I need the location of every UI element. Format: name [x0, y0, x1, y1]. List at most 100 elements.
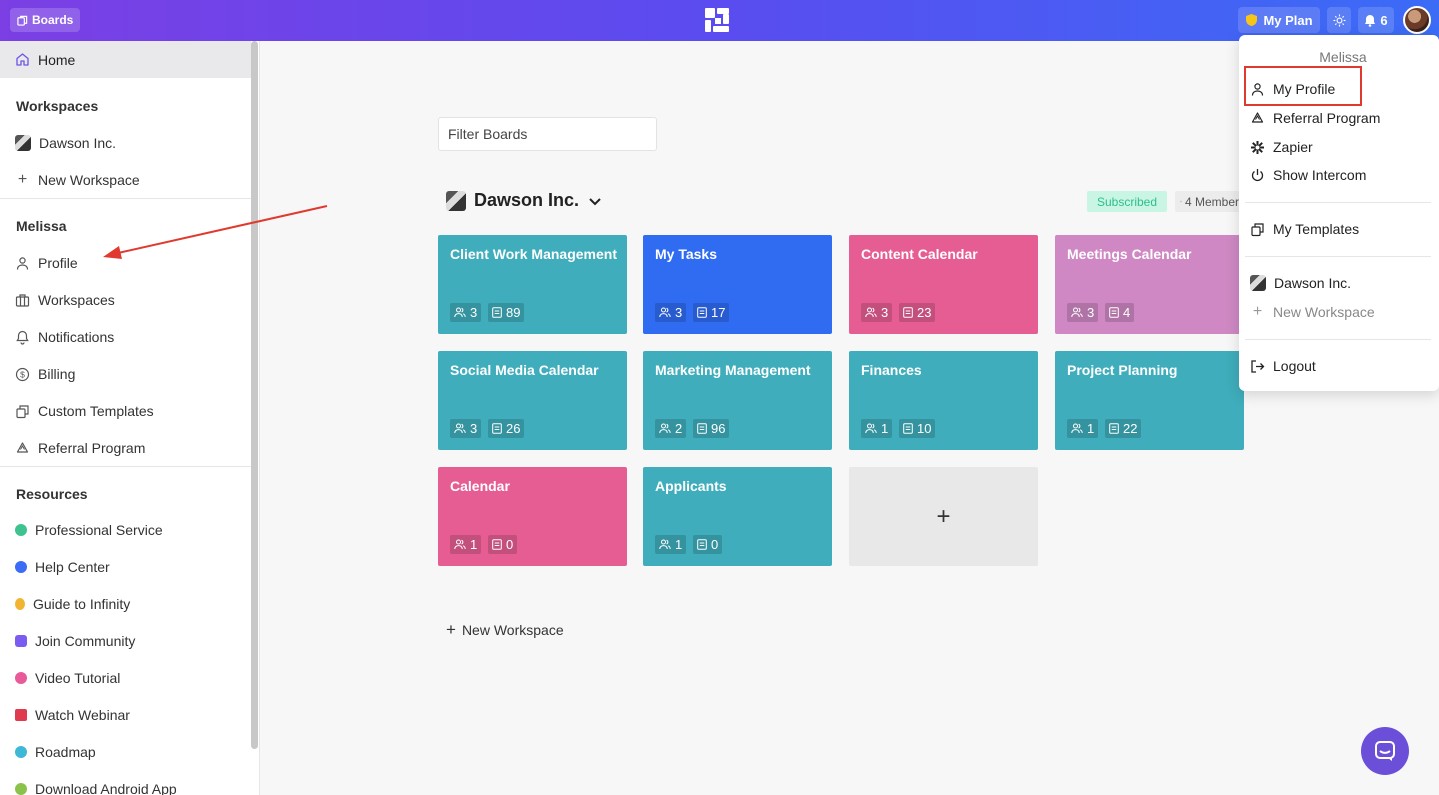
new-workspace-button[interactable]: + New Workspace [446, 620, 564, 640]
sidebar-item-help-center[interactable]: Help Center [15, 557, 110, 577]
sidebar-item-label: Help Center [35, 559, 110, 575]
board-stats: 3 26 [450, 419, 620, 438]
sidebar-item-label: Notifications [38, 329, 115, 345]
sidebar-item-video-tutorial[interactable]: Video Tutorial [15, 668, 120, 688]
board-card[interactable]: Social Media Calendar 3 26 [438, 351, 627, 450]
board-items-chip: 89 [488, 303, 525, 322]
members-icon [454, 539, 466, 550]
dollar-icon: $ [15, 367, 30, 381]
board-title: Meetings Calendar [1067, 246, 1192, 262]
sun-icon [1332, 13, 1346, 27]
sidebar-item-new-workspace[interactable]: + New Workspace [15, 170, 140, 190]
bell-icon [16, 330, 29, 345]
filter-boards-input[interactable]: Filter Boards [438, 117, 657, 151]
board-members-count: 2 [675, 421, 683, 436]
board-members-count: 3 [881, 305, 889, 320]
sidebar-item-custom-templates[interactable]: Custom Templates [15, 401, 154, 421]
templates-icon [1251, 222, 1264, 236]
home-icon [16, 53, 29, 66]
sidebar-item-label: Professional Service [35, 522, 163, 538]
board-card[interactable]: Project Planning 1 22 [1055, 351, 1244, 450]
board-items-chip: 4 [1105, 303, 1135, 322]
power-icon [1251, 168, 1264, 181]
shield-icon [1246, 14, 1258, 26]
workspaces-heading: Workspaces [16, 98, 99, 114]
menu-item-referral-program[interactable]: Referral Program [1250, 108, 1380, 128]
board-stats: 1 10 [861, 419, 1031, 438]
members-icon [865, 423, 877, 434]
sidebar-item-guide-to-infinity[interactable]: Guide to Infinity [15, 594, 130, 614]
sidebar-item-billing[interactable]: $ Billing [15, 364, 75, 384]
add-board-button[interactable]: + [849, 467, 1038, 566]
board-items-count: 22 [1123, 421, 1138, 436]
sidebar-item-label: Watch Webinar [35, 707, 130, 723]
sidebar-item-professional-service[interactable]: Professional Service [15, 520, 163, 540]
my-plan-label: My Plan [1263, 12, 1313, 28]
dropdown-user-name: Melissa [1319, 49, 1367, 65]
user-avatar[interactable] [1403, 6, 1431, 34]
sidebar-item-label: Workspaces [38, 292, 115, 308]
sidebar-item-join-community[interactable]: Join Community [15, 631, 135, 651]
menu-item-zapier[interactable]: Zapier [1250, 137, 1313, 157]
sidebar-item-label: Guide to Infinity [33, 596, 131, 612]
theme-toggle-button[interactable] [1327, 7, 1351, 33]
sidebar-item-label: Referral Program [38, 440, 146, 456]
android-icon [15, 783, 27, 795]
menu-item-new-workspace[interactable]: + New Workspace [1250, 302, 1375, 322]
menu-item-my-templates[interactable]: My Templates [1250, 219, 1359, 239]
sidebar-item-label: Home [38, 51, 76, 68]
board-items-chip: 17 [693, 303, 730, 322]
board-card[interactable]: Content Calendar 3 23 [849, 235, 1038, 334]
top-bar: Boards My Plan 6 [0, 0, 1439, 41]
board-card[interactable]: Calendar 1 0 [438, 467, 627, 566]
members-badge[interactable]: 4 Members [1175, 191, 1245, 212]
board-card[interactable]: Meetings Calendar 3 4 [1055, 235, 1244, 334]
roadmap-icon [15, 746, 27, 758]
sidebar-item-dawson-inc[interactable]: Dawson Inc. [15, 133, 116, 153]
board-title: Finances [861, 362, 922, 378]
new-workspace-label: New Workspace [461, 622, 564, 638]
sidebar-item-profile[interactable]: Profile [15, 253, 78, 273]
person-icon [16, 256, 29, 270]
board-title: Content Calendar [861, 246, 978, 262]
board-card[interactable]: My Tasks 3 17 [643, 235, 832, 334]
board-items-chip: 0 [693, 535, 723, 554]
board-card[interactable]: Finances 1 10 [849, 351, 1038, 450]
menu-item-dawson-inc[interactable]: Dawson Inc. [1250, 273, 1351, 293]
menu-item-show-intercom[interactable]: Show Intercom [1250, 165, 1366, 185]
board-members-chip: 3 [1067, 303, 1099, 322]
board-items-count: 10 [917, 421, 932, 436]
app-logo[interactable] [703, 6, 733, 34]
items-icon [903, 307, 913, 318]
board-card[interactable]: Marketing Management 2 96 [643, 351, 832, 450]
resources-heading: Resources [16, 486, 88, 502]
my-plan-button[interactable]: My Plan [1238, 7, 1320, 33]
boards-button[interactable]: Boards [10, 8, 81, 32]
sidebar-scrollbar[interactable] [251, 41, 258, 749]
sidebar-item-workspaces[interactable]: Workspaces [15, 290, 115, 310]
board-members-chip: 3 [655, 303, 687, 322]
sidebar-item-roadmap[interactable]: Roadmap [15, 742, 96, 762]
board-members-chip: 2 [655, 419, 687, 438]
board-card[interactable]: Client Work Management 3 89 [438, 235, 627, 334]
sidebar-item-download-android-app[interactable]: Download Android App [15, 779, 177, 795]
board-card[interactable]: Applicants 1 0 [643, 467, 832, 566]
sidebar-item-referral-program[interactable]: Referral Program [15, 438, 145, 458]
board-stats: 3 23 [861, 303, 1031, 322]
chat-icon [15, 635, 27, 647]
sidebar-item-notifications[interactable]: Notifications [15, 327, 114, 347]
notifications-button[interactable]: 6 [1358, 7, 1394, 33]
items-icon [697, 423, 707, 434]
board-items-chip: 22 [1105, 419, 1142, 438]
board-members-chip: 1 [1067, 419, 1099, 438]
sidebar-item-home[interactable]: Home [0, 41, 251, 78]
chat-launcher-button[interactable] [1361, 727, 1409, 775]
play-icon [15, 672, 27, 684]
workspace-header[interactable]: Dawson Inc. [446, 190, 603, 211]
sidebar-item-watch-webinar[interactable]: Watch Webinar [15, 705, 130, 725]
workspace-thumbnail [446, 190, 466, 211]
board-members-chip: 3 [450, 303, 482, 322]
menu-item-logout[interactable]: Logout [1250, 356, 1316, 376]
members-icon [659, 539, 671, 550]
workspace-thumbnail [15, 135, 31, 151]
